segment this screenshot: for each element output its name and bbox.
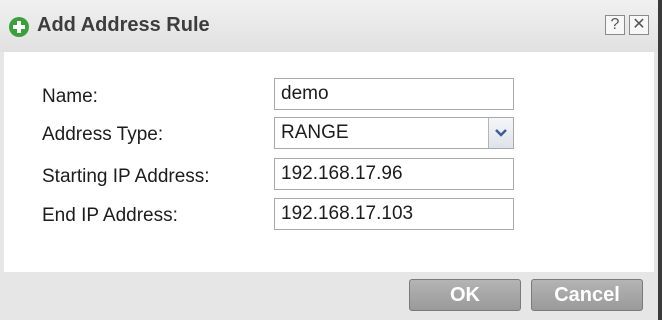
start-ip-input[interactable] <box>274 158 514 190</box>
start-ip-label: Starting IP Address: <box>42 166 210 187</box>
add-circle-icon <box>9 17 29 37</box>
cancel-button[interactable]: Cancel <box>531 279 643 311</box>
address-type-label: Address Type: <box>42 124 164 145</box>
help-icon: ? <box>610 16 620 33</box>
close-button[interactable]: ✕ <box>629 15 649 35</box>
dialog-title: Add Address Rule <box>37 14 210 36</box>
chevron-down-icon <box>495 129 507 137</box>
help-button[interactable]: ? <box>605 15 625 35</box>
form-panel: Name: Address Type: RANGE Starting IP Ad… <box>4 52 654 272</box>
address-type-select[interactable]: RANGE <box>274 117 514 149</box>
dialog-titlebar[interactable]: Add Address Rule ? ✕ <box>0 0 658 52</box>
name-input[interactable] <box>274 78 514 110</box>
add-address-rule-dialog: Add Address Rule ? ✕ Name: Address Type:… <box>0 0 662 320</box>
end-ip-input[interactable] <box>274 198 514 230</box>
close-icon: ✕ <box>632 16 646 33</box>
ok-button[interactable]: OK <box>409 279 521 311</box>
address-type-value: RANGE <box>281 122 349 143</box>
end-ip-label: End IP Address: <box>42 205 178 226</box>
dropdown-button[interactable] <box>488 118 513 148</box>
name-label: Name: <box>42 86 98 107</box>
